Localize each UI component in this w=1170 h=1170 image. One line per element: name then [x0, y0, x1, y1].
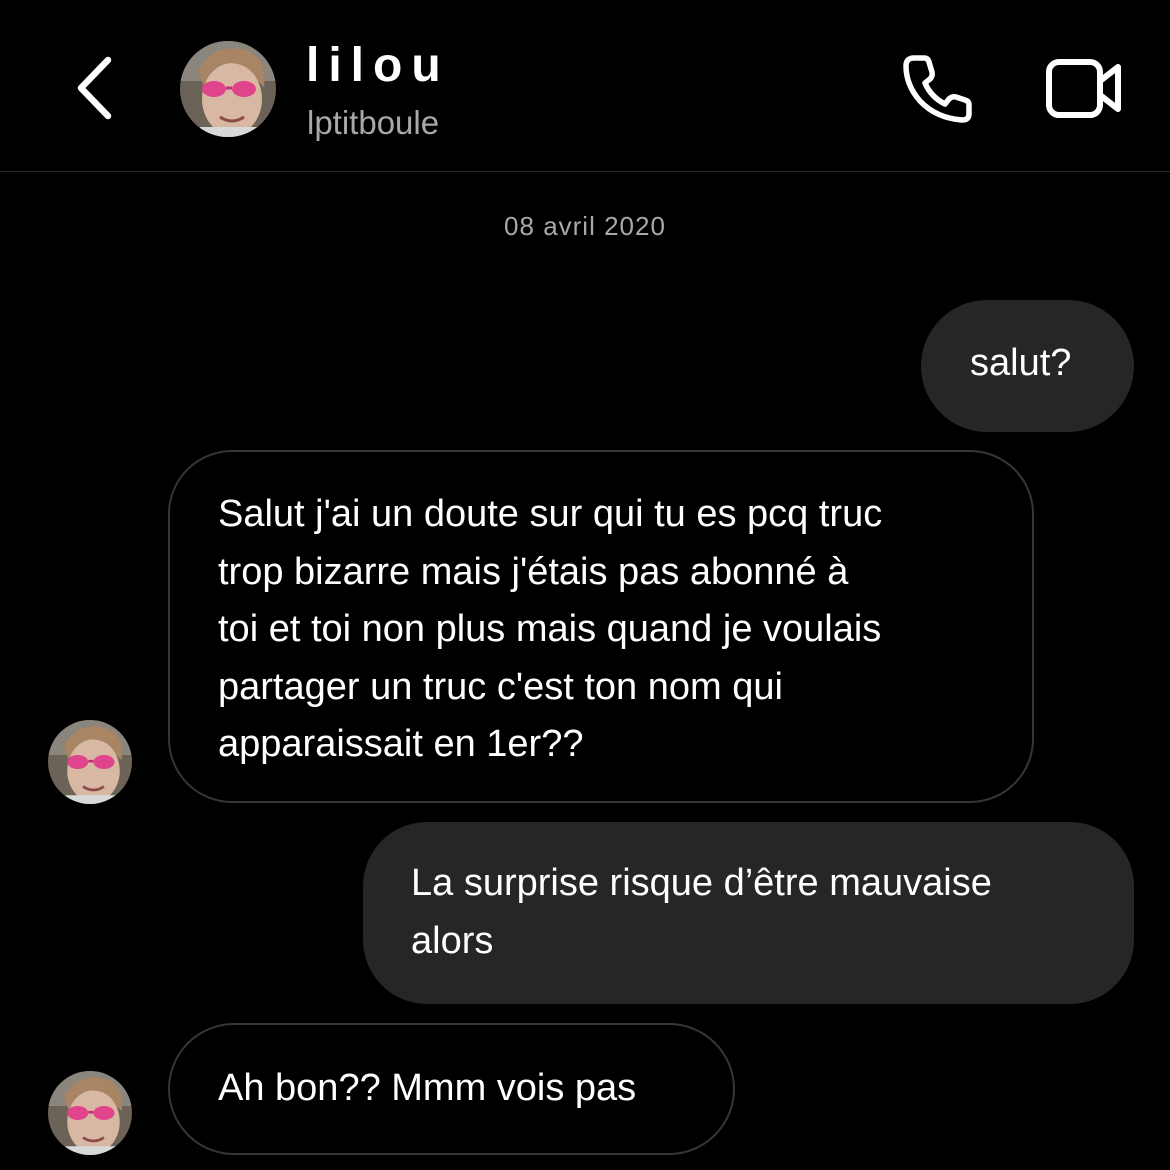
message-text-line: Salut j'ai un doute sur qui tu es pcq tr… — [218, 493, 883, 535]
message-bubble-outgoing[interactable]: La surprise risque d’être mauvaise alors — [363, 822, 1134, 1004]
dm-conversation-screen: lilou lptitboule 08 avril 2020 salut? Sa… — [0, 0, 1170, 1170]
message-bubble-incoming[interactable]: Salut j'ai un doute sur qui tu es pcq tr… — [168, 450, 1034, 803]
sender-avatar-image — [48, 720, 132, 804]
message-text-line: La surprise risque d’être mauvaise — [411, 862, 992, 904]
message-text-line: toi et toi non plus mais quand je voulai… — [218, 608, 882, 650]
message-text-line: alors — [411, 919, 494, 962]
contact-username[interactable]: lptitboule — [307, 103, 439, 143]
sender-avatar[interactable] — [48, 1071, 132, 1155]
sender-avatar-image — [48, 1071, 132, 1155]
date-separator: 08 avril 2020 — [504, 211, 666, 241]
contact-name[interactable]: lilou — [306, 38, 450, 94]
conversation-header: lilou lptitboule — [0, 0, 1170, 172]
contact-avatar-image — [180, 41, 276, 137]
message-text-line: trop bizarre mais j'étais pas abonné à — [218, 550, 849, 593]
message-bubble-outgoing[interactable]: salut? — [921, 300, 1134, 432]
back-button[interactable] — [62, 50, 132, 126]
video-camera-icon — [1046, 59, 1121, 118]
message-text-line: partager un truc c'est ton nom qui — [218, 665, 783, 708]
message-text: salut? — [970, 342, 1072, 384]
contact-avatar[interactable] — [180, 41, 276, 137]
video-call-button[interactable] — [1044, 55, 1124, 121]
message-text: Ah bon?? Mmm vois pas — [218, 1067, 637, 1109]
chevron-left-icon — [77, 56, 112, 120]
phone-icon — [903, 55, 972, 123]
message-text-line: apparaissait en 1er?? — [218, 723, 584, 765]
audio-call-button[interactable] — [898, 52, 974, 124]
message-bubble-incoming[interactable]: Ah bon?? Mmm vois pas — [168, 1023, 735, 1155]
sender-avatar[interactable] — [48, 720, 132, 804]
